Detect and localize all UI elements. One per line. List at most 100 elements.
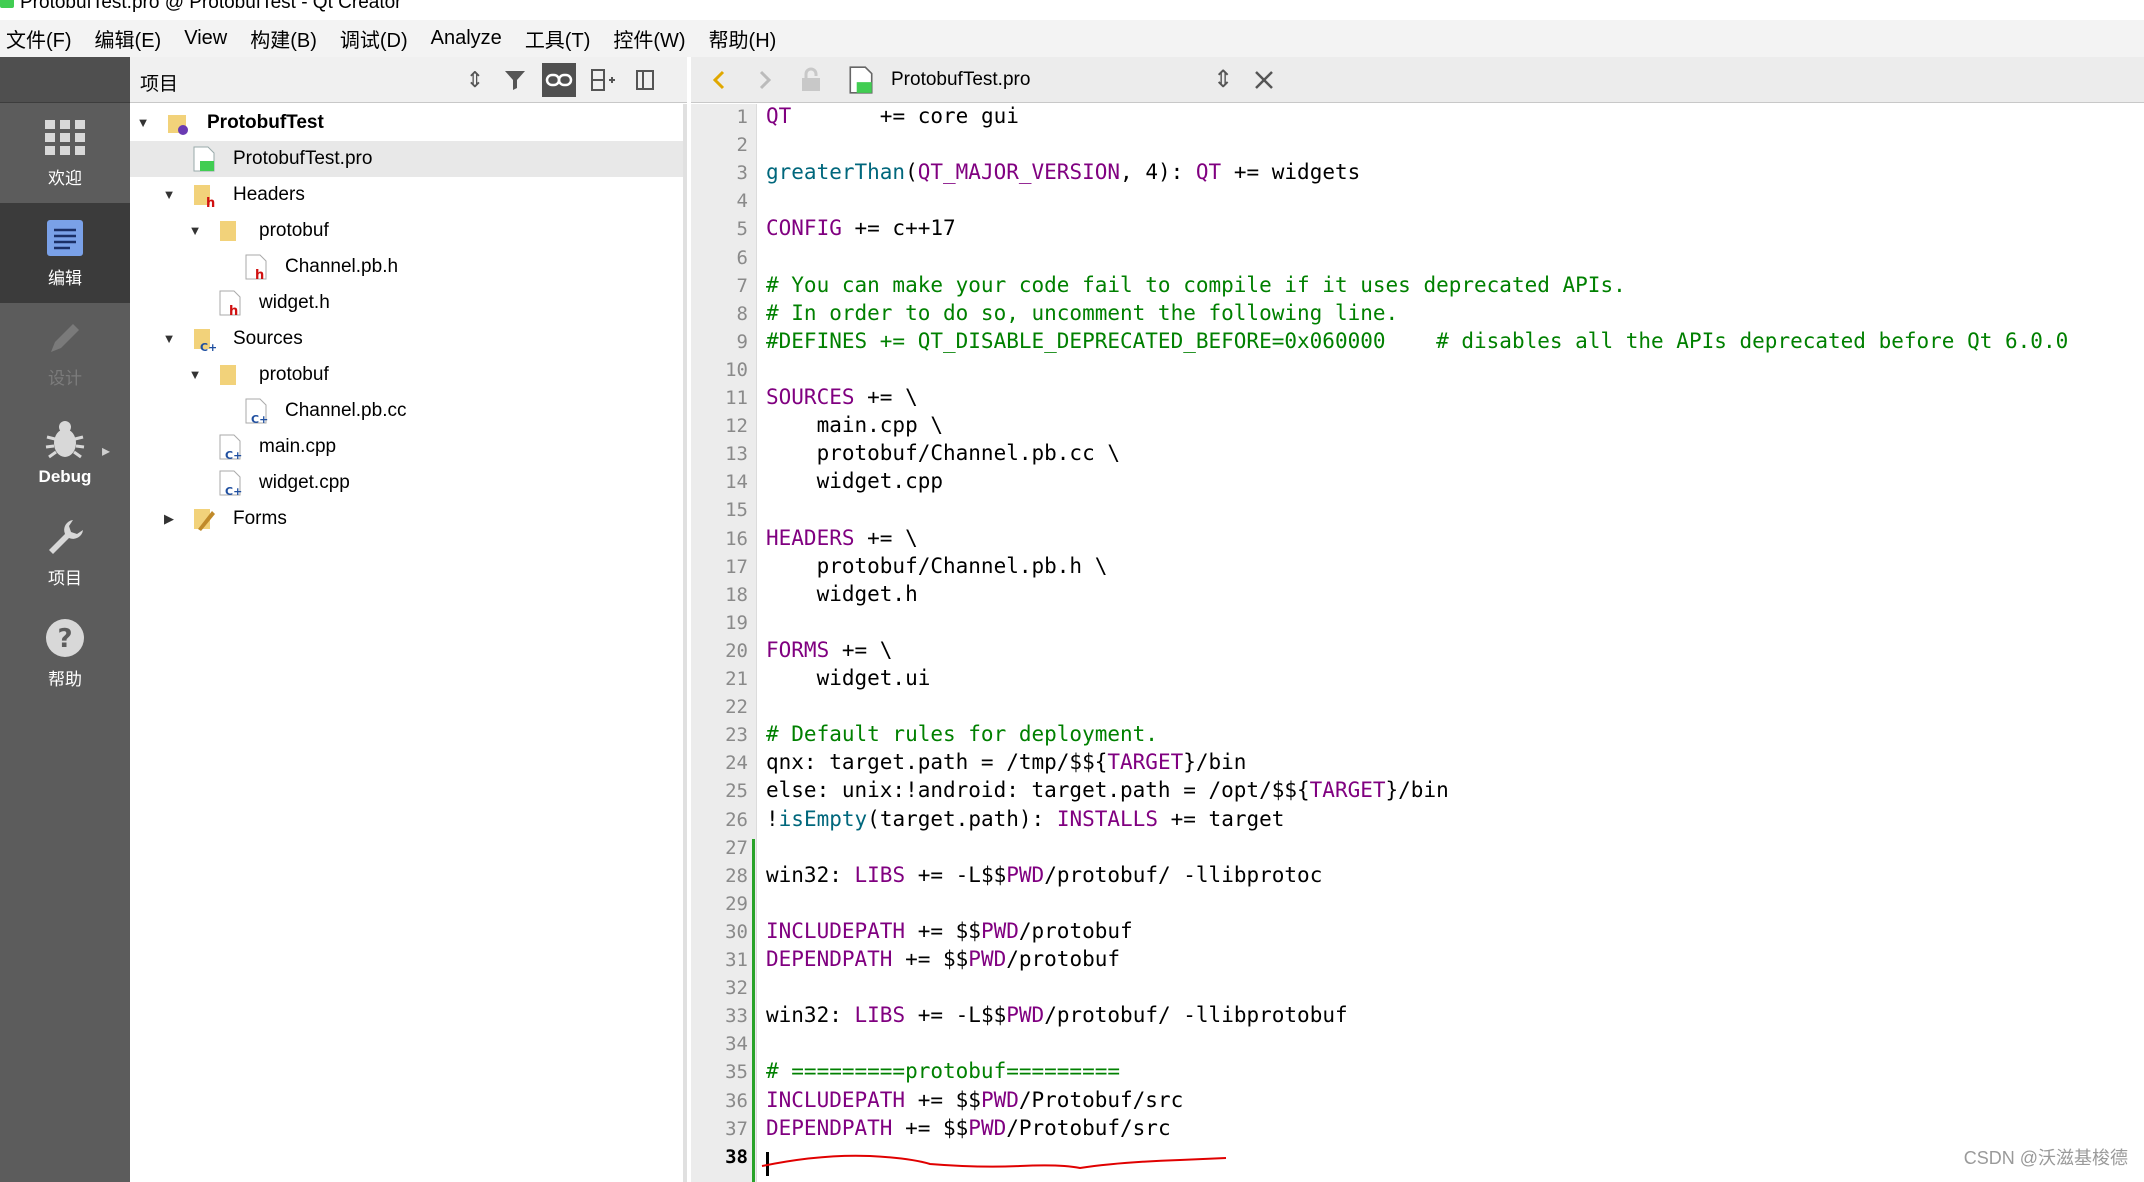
tree-item-file[interactable]: C+ main.cpp [130,429,683,465]
grid-icon [45,119,85,155]
link-icon[interactable] [542,63,576,97]
code-line: INCLUDEPATH += $$PWD/Protobuf/src [766,1087,1184,1112]
mode-design[interactable]: 设计 [0,303,130,403]
header-file-icon: h [245,254,267,281]
tree-item-file[interactable]: h widget.h [130,285,683,321]
pencil-icon [51,323,79,352]
menu-analyze[interactable]: Analyze [431,27,502,50]
tree-label: protobuf [259,220,329,241]
tree-item-sources[interactable]: ▼ C+ Sources [130,321,683,357]
line-number: 10 [725,358,748,381]
line-number: 35 [725,1061,748,1084]
line-number: 7 [736,274,748,297]
tree-item-folder[interactable]: ▼ protobuf [130,357,683,393]
tree-label: widget.cpp [259,472,350,493]
line-number: 16 [725,527,748,550]
editor-toolbar: ProtobufTest.pro ⇕ [691,57,2144,103]
close-icon[interactable] [1253,69,1275,91]
collapse-arrow-icon[interactable]: ▼ [188,224,202,238]
updown-icon[interactable]: ⇕ [1213,65,1233,94]
svg-text:h: h [229,304,238,317]
menu-widgets[interactable]: 控件(W) [613,24,685,53]
filter-icon[interactable] [498,63,532,97]
menu-view[interactable]: View [184,27,227,50]
code-line: protobuf/Channel.pb.cc \ [766,441,1121,466]
line-number: 22 [725,696,748,719]
updown-icon[interactable]: ⇕ [458,63,492,97]
tree-label: ProtobufTest [207,112,324,133]
line-number: 26 [725,808,748,831]
menu-debug[interactable]: 调试(D) [340,24,408,53]
current-file-name[interactable]: ProtobufTest.pro [891,69,1030,91]
menu-help[interactable]: 帮助(H) [709,24,777,53]
project-panel-title[interactable]: 项目 [140,69,178,96]
forward-icon[interactable] [753,69,775,91]
code-line: protobuf/Channel.pb.h \ [766,553,1108,578]
code-line: HEADERS += \ [766,525,918,550]
line-number: 28 [725,864,748,887]
line-number: 19 [725,611,748,634]
project-panel-header: 项目 ⇕ [130,57,687,103]
mode-label: 欢迎 [48,168,82,188]
line-number: 3 [736,162,748,185]
menu-edit[interactable]: 编辑(E) [95,24,162,53]
line-number: 5 [736,218,748,241]
line-number: 33 [725,1005,748,1028]
line-number: 6 [736,246,748,269]
tree-label: Sources [233,328,303,349]
line-number: 34 [725,1033,748,1056]
menu-tools[interactable]: 工具(T) [525,24,591,53]
line-number: 30 [725,920,748,943]
svg-text:h: h [206,196,215,209]
code-line: else: unix:!android: target.path = /opt/… [766,778,1449,803]
code-line: FORMS += \ [766,637,893,662]
line-number: 4 [736,190,748,213]
code-line: DEPENDPATH += $$PWD/Protobuf/src [766,1115,1171,1140]
tree-label: Channel.pb.h [285,256,399,277]
mode-debug[interactable]: Debug ▸ [0,403,130,503]
code-editor[interactable]: QT += core gui greaterThan(QT_MAJOR_VERSI… [766,104,2144,1182]
tree-item-project[interactable]: ▼ ProtobufTest [130,105,683,141]
line-number: 25 [725,780,748,803]
collapse-arrow-icon[interactable]: ▼ [162,188,176,202]
line-number: 27 [725,836,748,859]
line-number: 1 [736,106,748,128]
menu-build[interactable]: 构建(B) [250,24,317,53]
back-icon[interactable] [709,69,731,91]
tree-item-forms[interactable]: ▶ Forms [130,501,683,537]
line-number: 21 [725,668,748,690]
expand-arrow-icon[interactable]: ▶ [162,512,176,526]
tree-item-headers[interactable]: ▼ h Headers [130,177,683,213]
project-folder-icon [168,115,188,135]
code-line: qnx: target.path = /tmp/$${TARGET}/bin [766,750,1247,775]
code-line: # Default rules for deployment. [766,722,1158,747]
line-number: 29 [725,892,748,915]
svg-text:?: ? [57,624,72,654]
close-panel-icon[interactable] [628,63,662,97]
collapse-arrow-icon[interactable]: ▼ [136,116,150,130]
svg-text:C+: C+ [225,449,242,461]
mode-projects[interactable]: 项目 [0,503,130,603]
menu-file[interactable]: 文件(F) [6,24,72,53]
tree-item-file[interactable]: h Channel.pb.h [130,249,683,285]
tree-item-pro-file[interactable]: ProtobufTest.pro [130,141,683,177]
tree-item-file[interactable]: C+ widget.cpp [130,465,683,501]
split-icon[interactable] [586,63,620,97]
red-annotation-line [761,1154,1227,1170]
menu-bar: 文件(F) 编辑(E) View 构建(B) 调试(D) Analyze 工具(… [0,20,2144,57]
code-line: # In order to do so, uncomment the follo… [766,300,1399,325]
collapse-arrow-icon[interactable]: ▼ [188,368,202,382]
code-line: INCLUDEPATH += $$PWD/protobuf [766,918,1133,943]
mode-edit[interactable]: 编辑 [0,203,130,303]
code-line: QT += core gui [766,104,1019,128]
qt-pro-file-icon [193,146,215,172]
collapse-arrow-icon[interactable]: ▼ [162,332,176,346]
lock-icon[interactable] [799,67,823,93]
edit-document-icon [47,219,83,256]
svg-text:C+: C+ [225,485,242,497]
tree-item-file[interactable]: C+ Channel.pb.cc [130,393,683,429]
line-number: 17 [725,555,748,578]
mode-welcome[interactable]: 欢迎 [0,103,130,203]
tree-item-folder[interactable]: ▼ protobuf [130,213,683,249]
mode-help[interactable]: ? 帮助 [0,603,130,703]
